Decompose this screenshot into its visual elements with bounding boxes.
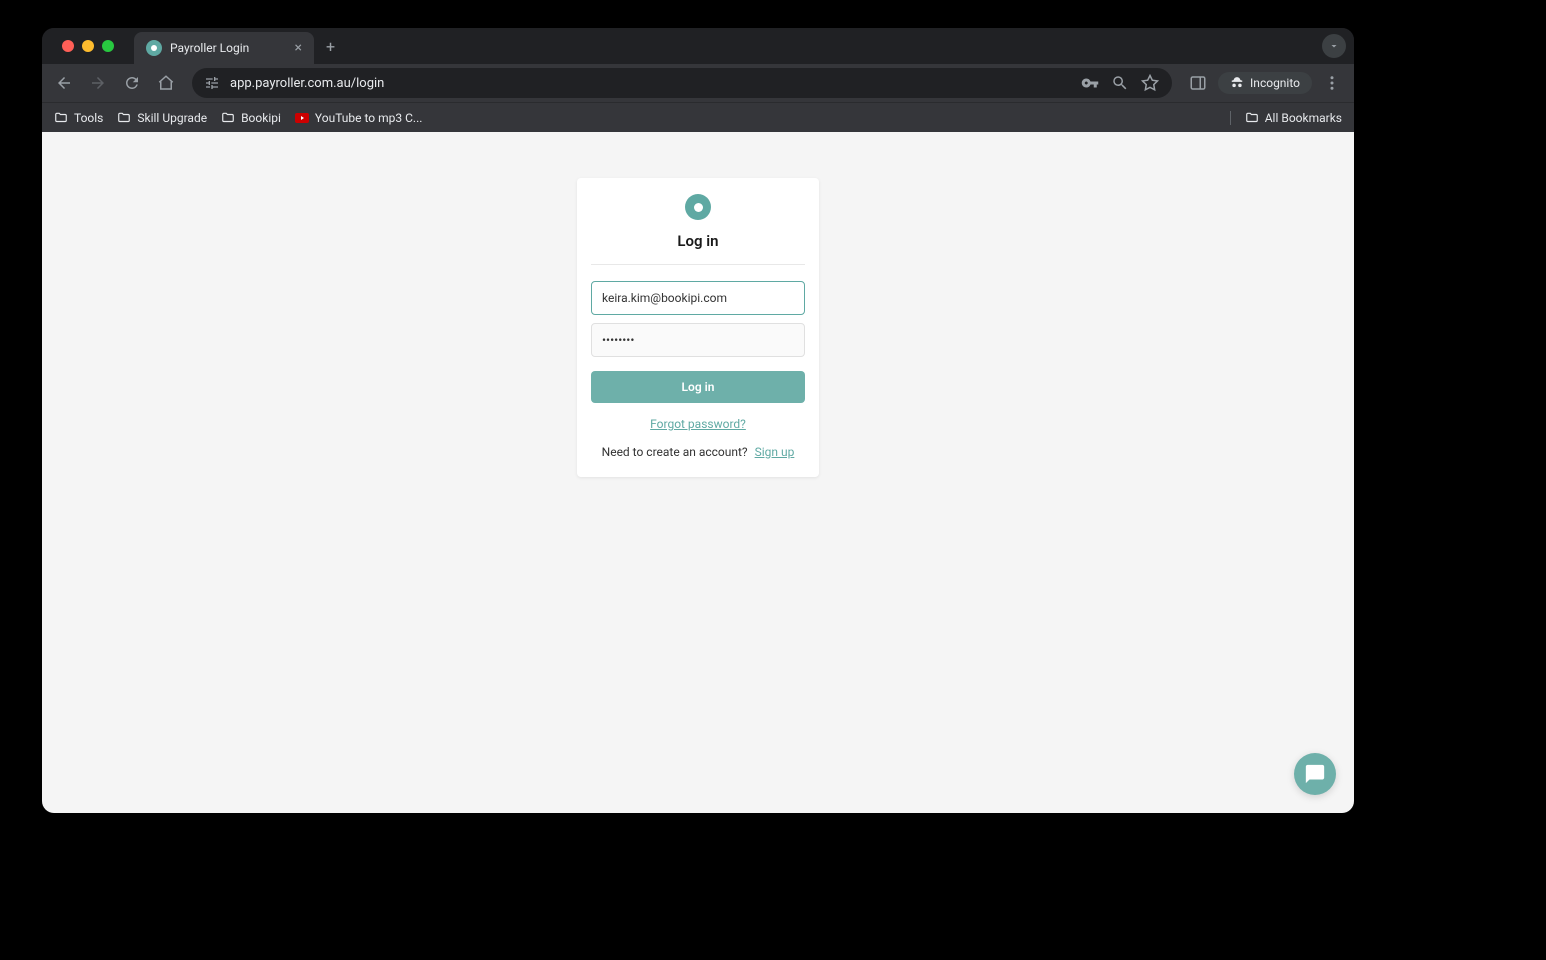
bookmark-tools[interactable]: Tools [54, 111, 103, 125]
close-tab-button[interactable]: × [295, 41, 302, 55]
side-panel-button[interactable] [1184, 69, 1212, 97]
forgot-password-link[interactable]: Forgot password? [591, 417, 805, 431]
arrow-right-icon [89, 74, 107, 92]
youtube-icon [295, 113, 309, 123]
forward-button[interactable] [84, 69, 112, 97]
home-button[interactable] [152, 69, 180, 97]
reload-button[interactable] [118, 69, 146, 97]
address-bar[interactable]: app.payroller.com.au/login [192, 68, 1172, 98]
panel-icon [1189, 74, 1207, 92]
all-bookmarks-button[interactable]: All Bookmarks [1245, 111, 1342, 125]
tabs-dropdown-button[interactable] [1322, 34, 1346, 58]
signup-row: Need to create an account? Sign up [591, 445, 805, 459]
minimize-window-button[interactable] [82, 40, 94, 52]
key-icon [1081, 74, 1099, 92]
signup-prompt: Need to create an account? [602, 445, 748, 459]
url-text: app.payroller.com.au/login [230, 76, 1070, 91]
chevron-down-icon [1328, 40, 1340, 52]
bookmark-button[interactable] [1140, 73, 1160, 93]
close-window-button[interactable] [62, 40, 74, 52]
email-input[interactable] [591, 281, 805, 315]
maximize-window-button[interactable] [102, 40, 114, 52]
chat-icon [1304, 763, 1326, 785]
page-content: Log in Log in Forgot password? Need to c… [42, 132, 1354, 813]
password-key-button[interactable] [1080, 73, 1100, 93]
dots-vertical-icon [1323, 74, 1341, 92]
bookmarks-bar: Tools Skill Upgrade Bookipi YouTube to m… [42, 102, 1354, 132]
password-input[interactable] [591, 323, 805, 357]
login-card: Log in Log in Forgot password? Need to c… [577, 178, 819, 477]
window-controls [50, 40, 126, 52]
site-settings-button[interactable] [204, 75, 220, 91]
incognito-badge[interactable]: Incognito [1218, 72, 1312, 94]
folder-icon [117, 111, 131, 125]
bookmark-label: Skill Upgrade [137, 111, 207, 125]
folder-icon [54, 111, 68, 125]
arrow-left-icon [55, 74, 73, 92]
incognito-icon [1230, 76, 1244, 90]
favicon-icon [146, 40, 162, 56]
login-title: Log in [591, 232, 805, 250]
chat-widget-button[interactable] [1294, 753, 1336, 795]
signup-link[interactable]: Sign up [755, 445, 795, 459]
browser-tab[interactable]: Payroller Login × [134, 32, 314, 64]
folder-icon [221, 111, 235, 125]
back-button[interactable] [50, 69, 78, 97]
folder-icon [1245, 111, 1259, 125]
incognito-label: Incognito [1250, 76, 1300, 90]
home-icon [157, 74, 175, 92]
bookmark-label: Bookipi [241, 111, 281, 125]
zoom-button[interactable] [1110, 73, 1130, 93]
bookmark-bookipi[interactable]: Bookipi [221, 111, 281, 125]
bookmark-label: YouTube to mp3 C... [315, 111, 423, 125]
bookmark-label: Tools [74, 111, 103, 125]
bookmark-youtube[interactable]: YouTube to mp3 C... [295, 111, 423, 125]
reload-icon [123, 74, 141, 92]
browser-window: Payroller Login × + app.payroller.co [42, 28, 1354, 813]
zoom-icon [1111, 74, 1129, 92]
login-button[interactable]: Log in [591, 371, 805, 403]
logo-icon [685, 194, 711, 220]
divider [591, 264, 805, 265]
tune-icon [204, 75, 220, 91]
browser-toolbar: app.payroller.com.au/login Incognito [42, 64, 1354, 102]
menu-button[interactable] [1318, 69, 1346, 97]
tab-title: Payroller Login [170, 41, 287, 55]
tab-bar: Payroller Login × + [42, 28, 1354, 64]
bookmark-skill-upgrade[interactable]: Skill Upgrade [117, 111, 207, 125]
new-tab-button[interactable]: + [314, 37, 347, 56]
star-icon [1141, 74, 1159, 92]
all-bookmarks-label: All Bookmarks [1265, 111, 1342, 125]
